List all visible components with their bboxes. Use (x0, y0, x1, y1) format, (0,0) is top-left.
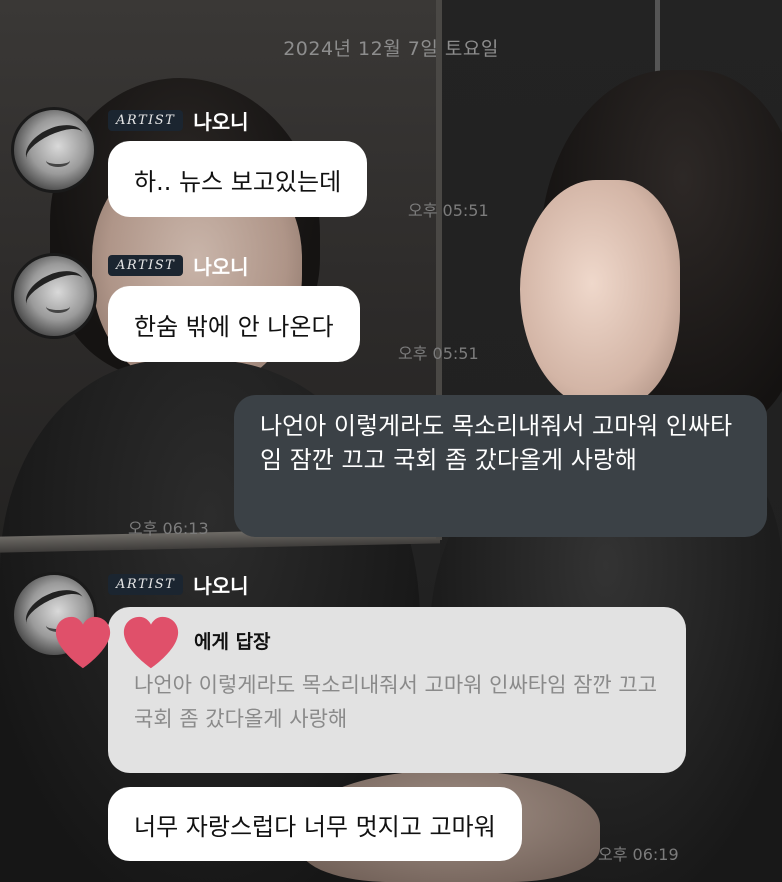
sender-row: ARTIST 나오니 (108, 251, 249, 280)
sender-name[interactable]: 나오니 (193, 570, 248, 599)
heart-icon (120, 612, 182, 674)
message-bubble[interactable]: 한숨 밖에 안 나온다 (108, 286, 360, 362)
message-time: 오후 06:19 (598, 845, 679, 864)
artist-badge: ARTIST (108, 255, 184, 276)
heart-icon (52, 612, 114, 674)
reply-bubble[interactable]: 에게 답장 나언아 이렇게라도 목소리내줘서 고마워 인싸타임 잠깐 끄고 국회… (108, 607, 686, 773)
sender-name[interactable]: 나오니 (193, 251, 248, 280)
reply-header: 에게 답장 (134, 627, 660, 654)
artist-badge: ARTIST (108, 110, 184, 131)
message-time: 오후 05:51 (408, 201, 489, 220)
avatar[interactable] (11, 253, 97, 339)
date-divider: 2024년 12월 7일 토요일 (283, 38, 499, 60)
reply-quote: 나언아 이렇게라도 목소리내줘서 고마워 인싸타임 잠깐 끄고 국회 좀 갔다올… (134, 673, 658, 731)
message-time: 오후 06:13 (128, 519, 209, 538)
message-time: 오후 05:51 (398, 344, 479, 363)
artist-badge: ARTIST (108, 574, 184, 595)
my-message-bubble[interactable]: 나언아 이렇게라도 목소리내줘서 고마워 인싸타임 잠깐 끄고 국회 좀 갔다올… (234, 395, 767, 537)
reply-header-text: 에게 답장 (194, 631, 271, 653)
message-bubble[interactable]: 너무 자랑스럽다 너무 멋지고 고마워 (108, 787, 522, 861)
sender-name[interactable]: 나오니 (193, 106, 248, 135)
sender-row: ARTIST 나오니 (108, 106, 249, 135)
message-bubble[interactable]: 하.. 뉴스 보고있는데 (108, 141, 368, 217)
sender-row: ARTIST 나오니 (108, 570, 249, 599)
avatar[interactable] (11, 107, 97, 193)
